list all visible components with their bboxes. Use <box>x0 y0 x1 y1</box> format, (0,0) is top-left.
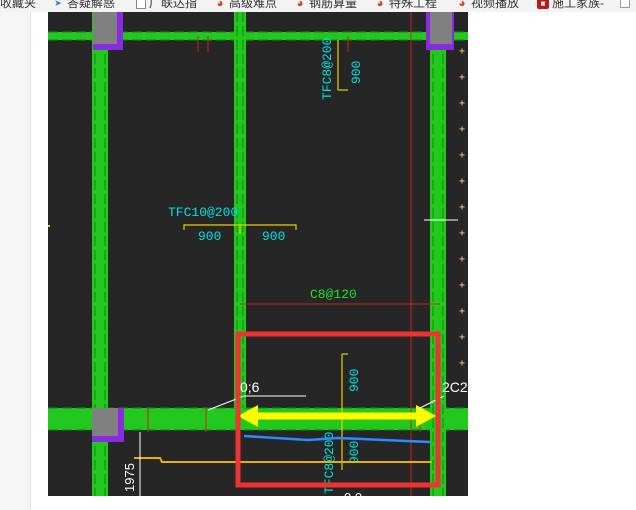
bookmark-video[interactable]: ◕ 视频播放 <box>456 0 519 10</box>
bookmark-blank[interactable] <box>620 0 630 10</box>
column-top-right-core <box>430 12 452 44</box>
svg-text:+: + <box>459 254 465 265</box>
top-rebar-label: TFC8@200 <box>320 38 335 100</box>
bookmark-favorites-label: 收藏夹 <box>0 0 37 10</box>
bottom-left-dim-label: 1975 <box>122 463 137 492</box>
svg-text:+: + <box>459 280 465 291</box>
bookmark-advanced[interactable]: ◕ 高级难点 <box>214 0 277 10</box>
left-dim-1-label: 900 <box>198 229 221 244</box>
bottom-dim-label: 900 <box>347 441 362 464</box>
column-top-left-core <box>93 12 117 44</box>
bookmark-qa[interactable]: ➤ 答疑解惑 <box>52 0 115 10</box>
svg-text:+: + <box>459 332 465 343</box>
bookmark-rebar[interactable]: ◕ 钢筋算量 <box>294 0 357 10</box>
document-icon <box>136 0 146 9</box>
bookmark-construction[interactable]: ■ 施工家族- <box>537 0 604 10</box>
svg-text:+: + <box>459 150 465 161</box>
blank-page-icon <box>620 0 630 8</box>
right-partial-label: 2C2 <box>442 379 468 395</box>
bookmark-special-label: 特殊工程 <box>389 0 438 10</box>
svg-text:+: + <box>459 202 465 213</box>
svg-text:+: + <box>459 228 465 239</box>
box-dim-label: 900 <box>347 369 362 392</box>
bookmark-advanced-label: 高级难点 <box>229 0 278 10</box>
bookmark-special[interactable]: ◕ 特殊工程 <box>374 0 437 10</box>
bookmark-rebar-label: 钢筋算量 <box>309 0 358 10</box>
cad-drawing-canvas: TFC8@200 900 TFC10@200 900 900 C8@120 + +… <box>48 12 468 496</box>
svg-text:+: + <box>459 72 465 83</box>
svg-text:+: + <box>459 46 465 57</box>
mid-rebar-label: C8@120 <box>310 287 357 302</box>
svg-text:+: + <box>459 306 465 317</box>
swirl-logo-icon: ◕ <box>376 0 384 10</box>
bookmark-video-label: 视频播放 <box>471 0 520 10</box>
bookmark-construction-label: 施工家族- <box>552 0 604 10</box>
swirl-logo-icon: ◕ <box>216 0 224 10</box>
page-left-gutter <box>0 12 31 510</box>
bookmark-glodon-guide-label: 广联达指 <box>149 0 198 10</box>
svg-text:+: + <box>459 124 465 135</box>
bookmark-qa-label: 答疑解惑 <box>67 0 116 10</box>
swirl-logo-icon: ◕ <box>296 0 304 10</box>
bookmark-glodon-guide[interactable]: 广联达指 <box>136 0 197 10</box>
top-dim-label: 900 <box>349 61 364 84</box>
swirl-logo-icon: ◕ <box>458 0 466 10</box>
left-dim-2-label: 900 <box>262 229 285 244</box>
left-rebar-label: TFC10@200 <box>168 205 238 220</box>
bookmarks-bar: 收藏夹 ➤ 答疑解惑 广联达指 ◕ 高级难点 ◕ 钢筋算量 ◕ 特殊工程 ◕ 视… <box>0 0 636 12</box>
left-partial-label: 0;6 <box>240 379 260 395</box>
svg-text:+: + <box>459 358 465 369</box>
pin-icon: ➤ <box>54 0 62 8</box>
cad-drawing-viewport[interactable]: TFC8@200 900 TFC10@200 900 900 C8@120 + +… <box>48 12 468 496</box>
svg-text:+: + <box>459 176 465 187</box>
svg-text:+: + <box>459 98 465 109</box>
red-badge-icon: ■ <box>537 0 549 9</box>
bottom-partial-label: 0 0 <box>344 490 362 496</box>
bookmark-favorites[interactable]: 收藏夹 <box>0 0 36 10</box>
column-bottom-left-core <box>92 408 118 436</box>
